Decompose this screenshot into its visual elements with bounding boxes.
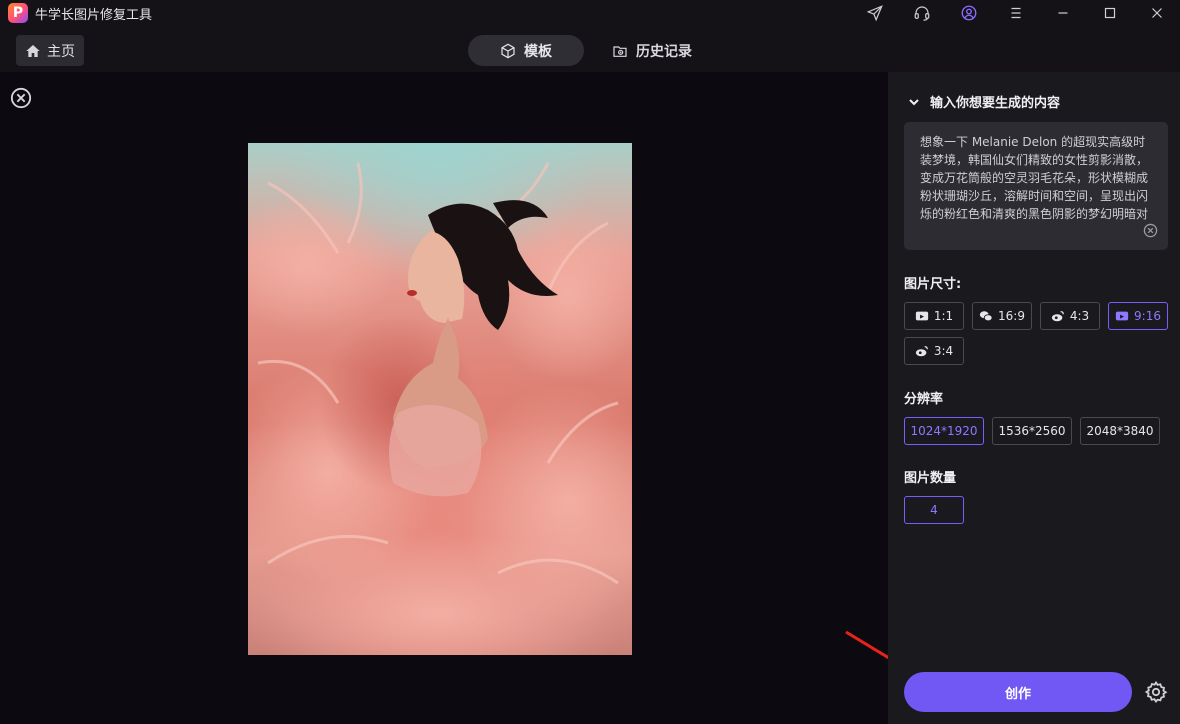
weibo-icon xyxy=(915,346,928,357)
tab-label: 历史记录 xyxy=(636,43,692,60)
resolution-option-label: 1024*1920 xyxy=(910,424,978,438)
preview-canvas xyxy=(0,72,924,724)
menu-icon[interactable] xyxy=(992,0,1039,26)
size-option-label: 1:1 xyxy=(933,309,954,323)
minimize-icon[interactable] xyxy=(1039,0,1086,26)
home-button[interactable]: 主页 xyxy=(16,35,84,66)
resolution-option-1536[interactable]: 1536*2560 xyxy=(992,417,1072,445)
weibo-icon xyxy=(1051,311,1064,322)
size-option-3-4[interactable]: 3:4 xyxy=(904,337,964,365)
size-option-label: 16:9 xyxy=(998,309,1025,323)
size-label: 图片尺寸: xyxy=(904,277,962,292)
create-button[interactable]: 创作 xyxy=(904,672,1132,712)
create-label: 创作 xyxy=(1004,686,1031,702)
prompt-text: 想象一下 Melanie Delon 的超现实高级时装梦境，韩国仙女们精致的女性… xyxy=(920,135,1149,221)
cube-icon xyxy=(501,43,515,58)
settings-panel: 输入你想要生成的内容 想象一下 Melanie Delon 的超现实高级时装梦境… xyxy=(888,72,1180,724)
chevron-down-icon xyxy=(909,98,919,105)
tab-label: 模板 xyxy=(524,43,552,60)
resolution-option-2048[interactable]: 2048*3840 xyxy=(1080,417,1160,445)
app-title: 牛学长图片修复工具 xyxy=(35,7,153,23)
resolution-option-label: 1536*2560 xyxy=(998,424,1066,438)
count-label: 图片数量 xyxy=(904,471,957,486)
tab-template[interactable]: 模板 xyxy=(468,35,584,66)
prompt-header[interactable]: 输入你想要生成的内容 xyxy=(908,92,1060,111)
prompt-header-label: 输入你想要生成的内容 xyxy=(930,96,1061,111)
prompt-input[interactable]: 想象一下 Melanie Delon 的超现实高级时装梦境，韩国仙女们精致的女性… xyxy=(904,122,1168,250)
size-option-1-1[interactable]: ▶ 1:1 xyxy=(904,302,964,330)
size-option-label: 4:3 xyxy=(1069,309,1090,323)
user-icon[interactable] xyxy=(945,0,992,26)
size-option-label: 9:16 xyxy=(1134,309,1161,323)
wechat-icon xyxy=(979,311,993,322)
size-option-16-9[interactable]: 16:9 xyxy=(972,302,1032,330)
home-label: 主页 xyxy=(47,43,75,60)
media-icon: ▶ xyxy=(915,311,928,321)
resolution-option-1024[interactable]: 1024*1920 xyxy=(904,417,984,445)
clear-icon[interactable] xyxy=(1143,223,1158,238)
app-logo-icon: P xyxy=(8,3,28,23)
size-option-4-3[interactable]: 4:3 xyxy=(1040,302,1100,330)
media-icon: ▶ xyxy=(1115,311,1129,321)
send-icon[interactable] xyxy=(851,0,898,26)
history-icon xyxy=(613,45,627,57)
close-icon[interactable] xyxy=(1133,0,1180,26)
resolution-option-label: 2048*3840 xyxy=(1086,424,1154,438)
title-bar: P 牛学长图片修复工具 xyxy=(0,0,1180,26)
size-option-9-16[interactable]: ▶ 9:16 xyxy=(1108,302,1168,330)
nav-bar: 主页 模板 历史记录 xyxy=(0,26,1180,72)
image-count-option[interactable]: 4 xyxy=(904,496,964,524)
headset-icon[interactable] xyxy=(898,0,945,26)
generated-image xyxy=(248,143,632,655)
tab-history[interactable]: 历史记录 xyxy=(600,35,704,66)
size-option-label: 3:4 xyxy=(933,344,954,358)
image-count-value: 4 xyxy=(930,503,938,517)
maximize-icon[interactable] xyxy=(1086,0,1133,26)
close-circle-icon[interactable] xyxy=(10,87,32,109)
gear-icon[interactable] xyxy=(1144,680,1168,704)
home-icon xyxy=(26,44,40,57)
resolution-label: 分辨率 xyxy=(904,392,944,407)
